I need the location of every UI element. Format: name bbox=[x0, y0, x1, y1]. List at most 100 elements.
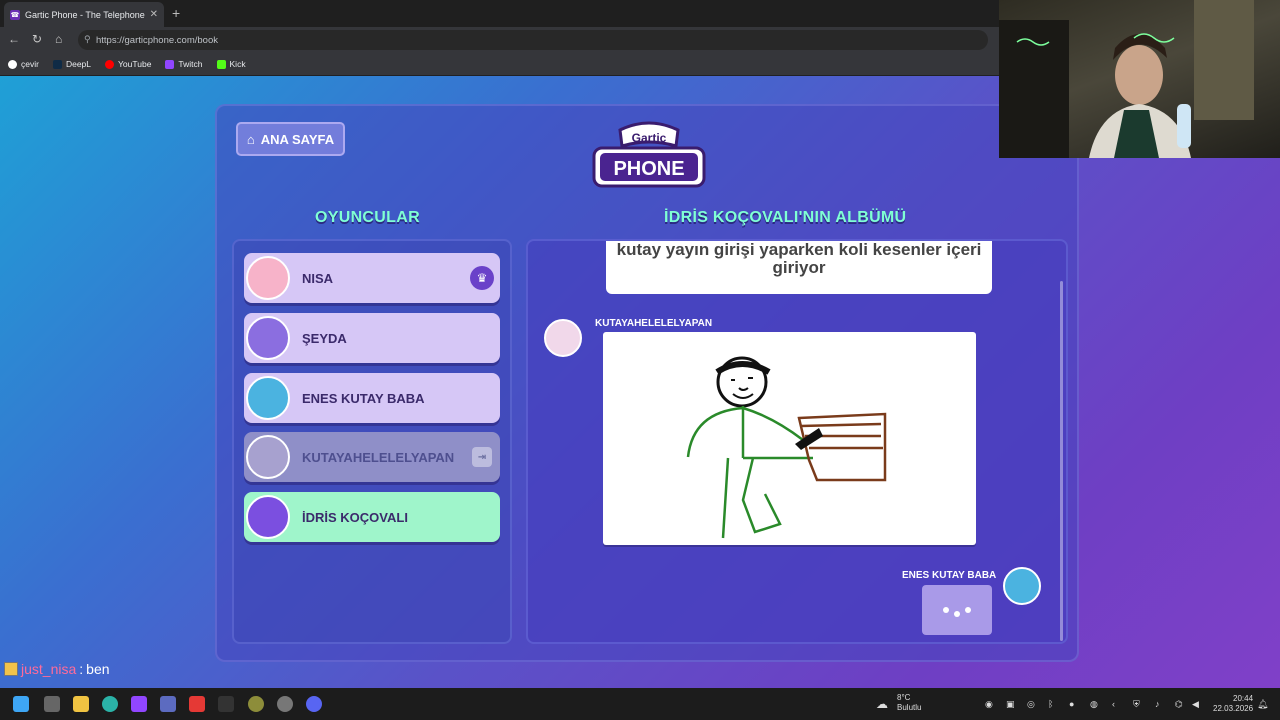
youtube-app-icon[interactable] bbox=[189, 696, 205, 712]
tab-title: Gartic Phone - The Telephone Game bbox=[25, 9, 145, 20]
player-avatar bbox=[246, 376, 290, 420]
players-list: NISA ♛ ŞEYDA ENES KUTAY BABA KUTAYAHELEL… bbox=[232, 239, 512, 644]
app-icon[interactable] bbox=[160, 696, 176, 712]
cloud-icon: ☁ bbox=[876, 697, 888, 711]
tray-security-icon[interactable]: ⛨ bbox=[1133, 699, 1140, 710]
chat-badge-icon bbox=[4, 662, 18, 676]
album-scrollbar[interactable] bbox=[1060, 281, 1063, 641]
bookmarks-bar: çevir DeepL YouTube Twitch Kick bbox=[0, 53, 1000, 75]
player-row: ENES KUTAY BABA bbox=[244, 373, 500, 423]
player-row-current: İDRİS KOÇOVALI bbox=[244, 492, 500, 542]
twitch-icon bbox=[165, 59, 175, 69]
clock-date: 22.03.2026 bbox=[1213, 704, 1254, 713]
player-name: KUTAYAHELELELYAPAN bbox=[302, 449, 455, 465]
discord-icon[interactable] bbox=[306, 696, 322, 712]
player-avatar bbox=[246, 495, 290, 539]
typing-indicator bbox=[922, 585, 992, 635]
settings-icon[interactable] bbox=[277, 696, 293, 712]
chat-message: ben bbox=[86, 661, 110, 677]
clock[interactable]: 20:44 22.03.2026 bbox=[1213, 694, 1253, 714]
close-tab-icon[interactable]: ✕ bbox=[150, 9, 158, 20]
logo-top-text: Gartic bbox=[632, 131, 667, 145]
left-game-icon: ⇥ bbox=[472, 447, 492, 467]
reload-icon[interactable]: ↻ bbox=[32, 32, 42, 46]
tray-nvidia-icon[interactable]: ◎ bbox=[1027, 699, 1035, 710]
stream-chat-overlay: just_nisa : ben bbox=[4, 661, 110, 677]
chat-separator: : bbox=[79, 661, 84, 677]
home-button-label: ANA SAYFA bbox=[260, 131, 335, 147]
crown-icon: ♛ bbox=[470, 266, 494, 290]
bookmark-label: çevir bbox=[21, 59, 39, 69]
tray-bluetooth-icon[interactable]: ᛒ bbox=[1048, 699, 1053, 709]
address-bar[interactable]: ⚲ https://garticphone.com/book bbox=[78, 30, 988, 50]
house-icon: ⌂ bbox=[246, 131, 255, 147]
bookmark-deepl[interactable]: DeepL bbox=[52, 59, 92, 69]
network-icon[interactable]: ⌬ bbox=[1175, 699, 1183, 710]
file-explorer-icon[interactable] bbox=[73, 696, 89, 712]
chrome-icon[interactable] bbox=[102, 696, 118, 712]
drawing-author-avatar bbox=[544, 319, 582, 357]
gartic-phone-logo: Gartic PHONE bbox=[592, 121, 706, 188]
bookmark-kick[interactable]: Kick bbox=[216, 59, 246, 69]
deepl-icon bbox=[52, 59, 62, 69]
url-text: https://garticphone.com/book bbox=[96, 34, 218, 46]
tray-discord-icon[interactable]: ● bbox=[1069, 699, 1074, 709]
gartic-favicon-icon: ☎ bbox=[10, 9, 20, 20]
player-name: ŞEYDA bbox=[302, 330, 347, 346]
site-info-icon[interactable]: ⚲ bbox=[84, 34, 91, 45]
weather-temp: 8°C bbox=[897, 693, 911, 702]
bookmark-label: Twitch bbox=[178, 59, 203, 69]
player-row: NISA ♛ bbox=[244, 253, 500, 303]
caption-card: kutay yayın girişi yaparken koli kesenle… bbox=[606, 241, 992, 294]
bookmark-label: DeepL bbox=[65, 59, 92, 69]
browser-tab[interactable]: ☎ Gartic Phone - The Telephone Game ✕ bbox=[4, 2, 164, 27]
windows-start-icon[interactable] bbox=[13, 696, 29, 712]
player-avatar bbox=[246, 316, 290, 360]
volume-icon[interactable]: ◀ bbox=[1192, 699, 1199, 710]
clock-time: 20:44 bbox=[1233, 694, 1254, 703]
game-app-icon[interactable] bbox=[248, 696, 264, 712]
players-heading: OYUNCULAR bbox=[315, 209, 420, 226]
home-icon[interactable]: ⌂ bbox=[55, 32, 62, 46]
notification-bell-icon[interactable]: 🔔︎ bbox=[1257, 699, 1268, 710]
webcam-feed bbox=[999, 0, 1254, 158]
tray-app-icon[interactable]: ▣ bbox=[1006, 699, 1015, 710]
tab-bar: ☎ Gartic Phone - The Telephone Game ✕ + bbox=[0, 0, 1000, 27]
next-author-name: ENES KUTAY BABA bbox=[902, 570, 997, 581]
bookmark-twitch[interactable]: Twitch bbox=[165, 59, 203, 69]
webcam-overlay bbox=[999, 0, 1280, 158]
tray-record-icon[interactable]: ◉ bbox=[985, 699, 993, 710]
player-row: ŞEYDA bbox=[244, 313, 500, 363]
player-avatar bbox=[246, 256, 290, 300]
bookmark-label: YouTube bbox=[118, 59, 152, 69]
album-heading: İDRİS KOÇOVALI'NIN ALBÜMÜ bbox=[664, 209, 907, 226]
game-viewport: ⌂ ANA SAYFA Gartic PHONE OYUNCULAR İDRİS… bbox=[0, 76, 1280, 688]
kick-icon bbox=[216, 59, 226, 69]
obs-icon[interactable] bbox=[131, 696, 147, 712]
player-name: NISA bbox=[302, 270, 334, 286]
tray-chevron-icon[interactable]: ‹ bbox=[1112, 699, 1115, 709]
player-avatar bbox=[246, 435, 290, 479]
album-feed[interactable]: kutay yayın girişi yaparken koli kesenle… bbox=[526, 239, 1068, 644]
back-icon[interactable]: ← bbox=[8, 32, 20, 46]
task-view-icon[interactable] bbox=[44, 696, 60, 712]
google-icon bbox=[8, 59, 17, 69]
windows-taskbar: ☁ 8°C Bulutlu ◉ ▣ ◎ ᛒ ● ◍ ‹ ⛨ ♪ ⌬ ◀ 20:4… bbox=[0, 688, 1280, 720]
weather-desc: Bulutlu bbox=[897, 703, 922, 712]
drawing-canvas bbox=[686, 356, 887, 539]
bookmark-cevir[interactable]: çevir bbox=[8, 59, 39, 69]
microphone-icon[interactable]: ♪ bbox=[1155, 699, 1160, 709]
player-row: KUTAYAHELELELYAPAN ⇥ bbox=[244, 432, 500, 482]
player-drawing bbox=[603, 332, 976, 545]
next-author-avatar bbox=[1003, 567, 1041, 605]
chat-username: just_nisa bbox=[21, 661, 77, 677]
player-name: ENES KUTAY BABA bbox=[302, 390, 425, 406]
terminal-icon[interactable] bbox=[218, 696, 234, 712]
nav-bar: ← ↻ ⌂ ⚲ https://garticphone.com/book bbox=[0, 27, 1000, 53]
bookmark-youtube[interactable]: YouTube bbox=[105, 59, 151, 69]
new-tab-icon[interactable]: + bbox=[172, 5, 180, 21]
drawing-author-name: KUTAYAHELELELYAPAN bbox=[595, 318, 713, 329]
album-panel: ⌂ ANA SAYFA Gartic PHONE OYUNCULAR İDRİS… bbox=[215, 104, 1079, 662]
tray-obs-icon[interactable]: ◍ bbox=[1090, 699, 1098, 710]
home-button[interactable]: ⌂ ANA SAYFA bbox=[236, 122, 345, 156]
